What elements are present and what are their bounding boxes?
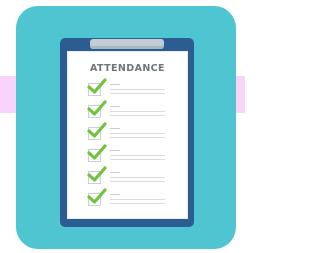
placeholder-text-line <box>110 111 165 112</box>
checkmark-icon <box>87 166 107 182</box>
placeholder-text-line <box>110 159 165 160</box>
placeholder-text-line <box>110 150 120 151</box>
placeholder-text-line <box>110 133 165 134</box>
placeholder-text-line <box>110 194 120 195</box>
checklist-row <box>87 188 176 206</box>
placeholder-text-line <box>110 155 165 156</box>
placeholder-text-line <box>110 84 120 85</box>
attendance-illustration: ATTENDANCE <box>0 0 245 253</box>
placeholder-text-line <box>110 115 165 116</box>
placeholder-text-line <box>110 181 165 182</box>
checkmark-icon <box>87 144 107 160</box>
placeholder-text-line <box>110 199 165 200</box>
checklist-row <box>87 122 176 140</box>
sheet-title: ATTENDANCE <box>90 63 165 74</box>
placeholder-text-line <box>110 128 120 129</box>
placeholder-text-line <box>110 89 165 90</box>
checklist-row <box>87 100 176 118</box>
clipboard-clip-icon <box>90 39 164 49</box>
checklist-row <box>87 166 176 184</box>
checklist-row <box>87 78 176 96</box>
placeholder-text-line <box>110 172 120 173</box>
background-band-left <box>0 76 16 113</box>
checklist-row <box>87 144 176 162</box>
placeholder-text-line <box>110 93 165 94</box>
placeholder-text-line <box>110 137 165 138</box>
checkmark-icon <box>87 122 107 138</box>
placeholder-text-line <box>110 177 165 178</box>
checkmark-icon <box>87 188 107 204</box>
placeholder-text-line <box>110 203 165 204</box>
placeholder-text-line <box>110 106 120 107</box>
checkmark-icon <box>87 100 107 116</box>
checkmark-icon <box>87 78 107 94</box>
